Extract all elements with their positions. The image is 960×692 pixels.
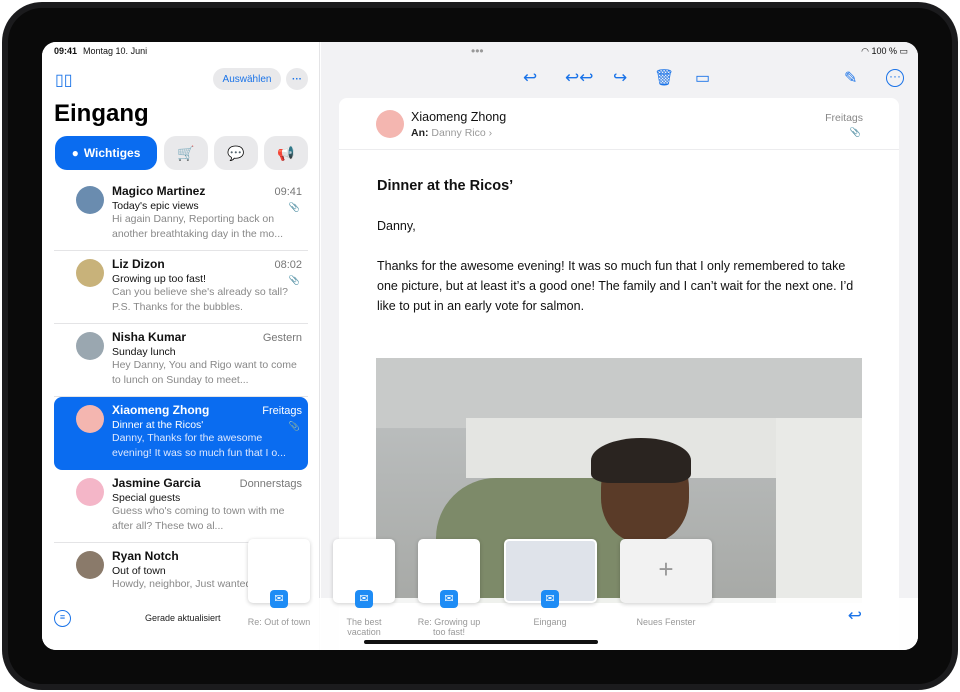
filter-primary[interactable]: ● Wichtiges (55, 136, 157, 170)
sidebar-toggle-icon[interactable]: ▯▯ (55, 70, 73, 90)
mail-app-icon: ✉ (270, 590, 288, 608)
avatar (76, 478, 104, 506)
reply-icon[interactable]: ↩ (523, 68, 537, 88)
avatar (76, 332, 104, 360)
mail-app-icon: ✉ (355, 590, 373, 608)
filter-megaphone-icon[interactable]: 📢 (264, 136, 308, 170)
screen: 09:41 Montag 10. Juni ▯▯ Auswählen ··· Ei… (42, 42, 918, 650)
filter-chat-icon[interactable]: 💬 (214, 136, 258, 170)
folder-icon[interactable]: ▭ (695, 68, 710, 88)
multitasking-dots-icon[interactable]: ••• (471, 44, 484, 58)
list-item-selected[interactable]: Xiaomeng Zhong Freitags 📎 Dinner at the Ric… (54, 397, 308, 470)
more-icon[interactable]: ··· (886, 69, 904, 87)
filter-shopping-cart-icon[interactable]: 🛒 (164, 136, 208, 170)
reply-icon[interactable]: ↩ (848, 606, 862, 626)
avatar (76, 186, 104, 214)
email-subject: Dinner at the Ricos’ (377, 178, 514, 194)
window-label: Eingang (533, 617, 567, 627)
recipient-line[interactable]: An: Danny Rico › (411, 127, 492, 139)
home-indicator[interactable] (364, 640, 598, 644)
email-greeting: Danny, (377, 219, 416, 233)
paperclip-icon: 📎 (288, 275, 300, 285)
sender-name[interactable]: Xiaomeng Zhong (411, 110, 506, 124)
reply-all-icon[interactable]: ↩↩ (565, 68, 594, 88)
window-label: Re: Growing up too fast! (417, 617, 481, 637)
forward-icon[interactable]: ↪ (613, 68, 627, 88)
filter-icon[interactable]: ≡ (54, 610, 71, 627)
status-time: 09:41 Montag 10. Juni (54, 46, 148, 56)
window-label: Re: Out of town (247, 617, 311, 627)
paperclip-icon: 📎 (288, 202, 300, 212)
person-icon: ● (71, 146, 79, 160)
email-date: Freitags (825, 112, 863, 124)
wifi-icon: ◠ (861, 46, 869, 56)
list-item[interactable]: Nisha Kumar Gestern Sunday lunch Hey Danny,… (54, 324, 308, 397)
avatar (76, 259, 104, 287)
list-item[interactable]: Liz Dizon 08:02 📎 Growing up too fast! Can y… (54, 251, 308, 324)
compose-icon[interactable]: ✎ (844, 68, 857, 88)
update-status: Gerade aktualisiert (145, 613, 221, 623)
window-label: Neues Fenster (636, 617, 696, 627)
mailbox-title: Eingang (54, 100, 149, 127)
window-label: The best vacation (346, 617, 382, 637)
paperclip-icon: 📎 (849, 127, 861, 137)
more-icon[interactable]: ··· (286, 68, 308, 90)
avatar (76, 405, 104, 433)
status-battery: ◠ 100 % ▭ (861, 46, 908, 56)
select-button[interactable]: Auswählen (213, 68, 281, 90)
avatar (76, 551, 104, 579)
list-item[interactable]: Jasmine Garcia Donnerstags Special guests G… (54, 470, 308, 543)
trash-icon[interactable]: 🗑 (654, 68, 674, 88)
list-item[interactable]: Magico Martinez 09:41 📎 Today's epic views H… (54, 178, 308, 251)
email-body: Thanks for the awesome evening! It was s… (377, 259, 854, 313)
paperclip-icon: 📎 (288, 421, 300, 431)
mail-app-icon: ✉ (541, 590, 559, 608)
email-header: Xiaomeng Zhong An: Danny Rico › Freitags… (339, 98, 899, 150)
sender-avatar (376, 110, 404, 138)
mail-app-icon: ✉ (440, 590, 458, 608)
new-window-plus-icon[interactable]: + (620, 539, 712, 603)
